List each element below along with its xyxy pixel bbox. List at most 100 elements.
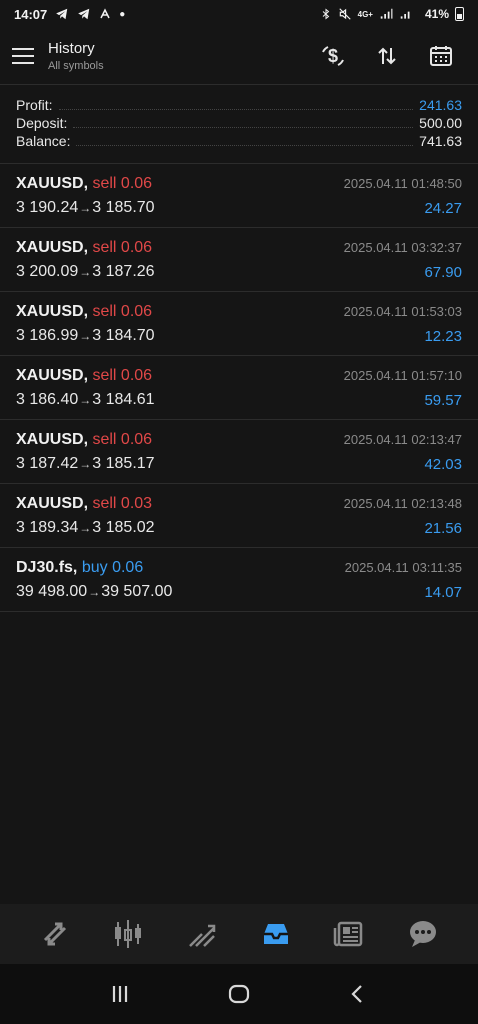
notification-icon [100,8,110,19]
deal-close-price: 3 185.17 [92,455,155,472]
quotes-icon [43,922,66,946]
bottom-navigation [0,904,478,964]
dotted-leader [73,127,414,128]
deal-profit: 59.57 [424,392,462,409]
deal-side: sell 0.06 [92,431,153,448]
signal-icon [380,8,393,19]
deal-close-price: 3 187.26 [92,263,155,280]
chart-icon [115,920,142,948]
home-button[interactable] [219,974,259,1014]
deal-side: sell 0.06 [92,367,153,384]
deal-symbol: XAUUSD, [16,367,89,384]
back-icon [351,985,363,1003]
currency-filter-button[interactable]: $ [318,41,348,71]
news-icon [334,921,363,947]
telegram-icon [56,8,68,20]
divider [0,84,478,85]
system-navigation [0,964,478,1024]
list-item[interactable]: XAUUSD, sell 0.06 3 190.24→3 185.70 2025… [0,164,478,228]
summary-value: 241.63 [419,97,462,113]
summary-label: Deposit: [16,115,68,131]
deal-profit: 24.27 [424,200,462,217]
deal-profit: 14.07 [424,584,462,601]
deal-side: buy 0.06 [81,559,144,576]
history-icon [263,924,288,944]
arrow-right-icon: → [79,265,92,279]
summary-row-deposit: Deposit: 500.00 [16,115,462,133]
nav-history[interactable] [256,914,296,954]
list-item[interactable]: XAUUSD, sell 0.06 3 186.99→3 184.70 2025… [0,292,478,356]
deal-profit: 67.90 [424,264,462,281]
dotted-leader [58,109,414,110]
telegram-icon [78,8,90,20]
list-item[interactable]: XAUUSD, sell 0.03 3 189.34→3 185.02 2025… [0,484,478,548]
summary-row-profit: Profit: 241.63 [16,97,462,115]
battery-icon [455,7,464,21]
mute-icon [338,8,351,20]
summary-value: 500.00 [419,115,462,131]
deal-open-price: 39 498.00 [16,583,88,600]
list-item[interactable]: XAUUSD, sell 0.06 3 187.42→3 185.17 2025… [0,420,478,484]
page-subtitle[interactable]: All symbols [48,60,104,72]
home-icon [228,984,250,1004]
deal-profit: 42.03 [424,456,462,473]
deal-symbol: XAUUSD, [16,431,89,448]
back-button[interactable] [338,974,378,1014]
deal-close-price: 3 184.61 [92,391,155,408]
page-title: History [48,40,95,57]
svg-text:$: $ [328,46,338,66]
deal-side: sell 0.06 [92,239,153,256]
nav-trade[interactable] [182,914,222,954]
list-item[interactable]: XAUUSD, sell 0.06 3 186.40→3 184.61 2025… [0,356,478,420]
calendar-icon [430,46,452,66]
battery-percent: 41% [424,7,449,21]
app-header: History All symbols $ [0,28,478,84]
nav-chart[interactable] [108,914,148,954]
deal-symbol: DJ30.fs, [16,559,78,576]
title-block: History All symbols [48,40,104,72]
deal-time: 2025.04.11 02:13:47 [343,432,462,447]
sort-button[interactable] [372,41,402,71]
deal-close-price: 3 185.70 [92,199,155,216]
summary-value: 741.63 [419,133,462,149]
recents-button[interactable] [100,974,140,1014]
deal-side: sell 0.03 [92,495,153,512]
dollar-exchange-icon: $ [322,46,344,66]
deal-side: sell 0.06 [92,175,153,192]
deal-profit: 12.23 [424,328,462,345]
arrow-right-icon: → [79,521,92,535]
deal-open-price: 3 190.24 [16,199,79,216]
nav-news[interactable] [329,914,369,954]
arrow-right-icon: → [88,585,101,599]
summary-label: Balance: [16,133,71,149]
signal-icon [400,11,410,19]
arrow-right-icon: → [79,457,92,471]
deal-symbol: XAUUSD, [16,495,89,512]
deal-time: 2025.04.11 03:11:35 [344,560,462,575]
deal-time: 2025.04.11 01:53:03 [343,304,462,319]
status-bar: 14:07 ● 4G+ 41% [0,0,478,28]
nav-messages[interactable] [403,914,443,954]
nav-quotes[interactable] [35,914,75,954]
deal-time: 2025.04.11 03:32:37 [343,240,462,255]
summary-row-balance: Balance: 741.63 [16,133,462,151]
status-time: 14:07 [14,6,48,22]
deal-symbol: XAUUSD, [16,303,89,320]
deal-time: 2025.04.11 01:48:50 [343,176,462,191]
deal-symbol: XAUUSD, [16,239,89,256]
menu-icon[interactable] [12,48,34,64]
deal-close-price: 3 184.70 [92,327,155,344]
deal-side: sell 0.06 [92,303,153,320]
deals-list: XAUUSD, sell 0.06 3 190.24→3 185.70 2025… [0,164,478,612]
deal-open-price: 3 187.42 [16,455,79,472]
deal-symbol: XAUUSD, [16,175,89,192]
calendar-button[interactable] [426,41,456,71]
list-item[interactable]: XAUUSD, sell 0.06 3 200.09→3 187.26 2025… [0,228,478,292]
list-item[interactable]: DJ30.fs, buy 0.06 39 498.00→39 507.00 20… [0,548,478,612]
deal-open-price: 3 189.34 [16,519,79,536]
bluetooth-icon [322,8,329,20]
dot-icon: ● [119,8,126,20]
arrow-right-icon: → [79,201,92,215]
summary-panel: Profit: 241.63 Deposit: 500.00 Balance: … [16,97,462,151]
sort-icon [378,47,396,65]
